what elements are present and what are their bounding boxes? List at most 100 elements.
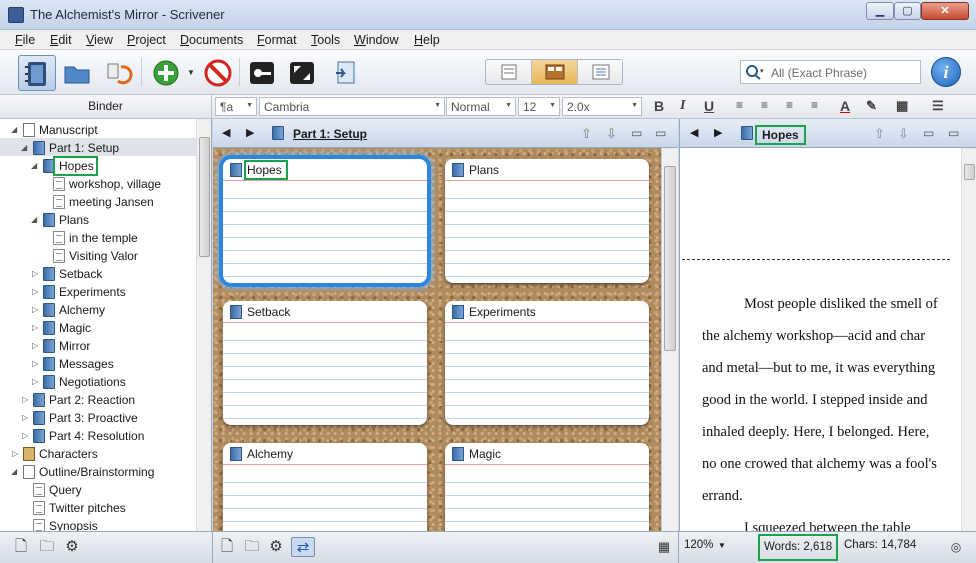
- outliner-view-button[interactable]: [578, 60, 624, 84]
- inspector-info-button[interactable]: i: [931, 57, 961, 87]
- text-color-icon[interactable]: A: [840, 98, 850, 114]
- svg-text:▾: ▾: [760, 68, 764, 75]
- highlight-pen-icon[interactable]: ✎: [866, 98, 877, 114]
- back-arrow-icon[interactable]: ◀: [222, 126, 230, 139]
- delete-button[interactable]: [201, 56, 233, 88]
- add-document-icon[interactable]: 🗋: [11, 537, 31, 557]
- corkboard-surface: Hopes Plans Setback Experiments Alchemy …: [213, 148, 661, 531]
- table-icon[interactable]: ▦: [896, 98, 908, 114]
- index-card-plans[interactable]: Plans: [445, 159, 649, 283]
- split-view-icon[interactable]: ▭: [923, 126, 934, 140]
- up-arrow-icon[interactable]: ⇧: [581, 126, 592, 142]
- corkboard-view-button[interactable]: [532, 60, 578, 84]
- close-split-icon[interactable]: ▭: [948, 126, 959, 140]
- footer-bar: 🗋 🗀 ⚙ 🗋 🗀 ⚙ ⇄ ▦ 120% ▼ Words: 2,618 Char…: [0, 531, 976, 563]
- menu-tools[interactable]: Tools: [311, 33, 340, 47]
- document-stack-icon: [501, 64, 517, 80]
- outline-icon: [592, 64, 610, 80]
- corkboard-scrollbar[interactable]: [661, 148, 678, 531]
- close-button[interactable]: ✕: [921, 2, 969, 20]
- editor-text[interactable]: Most people disliked the smell of the al…: [702, 288, 942, 531]
- word-count: Words: 2,618: [758, 534, 839, 561]
- align-justify-icon[interactable]: ≡: [786, 98, 793, 112]
- index-card-setback[interactable]: Setback: [223, 301, 427, 425]
- minimize-button[interactable]: ▁: [866, 2, 894, 20]
- binder-toggle-button[interactable]: [18, 55, 56, 91]
- search-icon: ▾: [746, 65, 764, 80]
- menu-format[interactable]: Format: [257, 33, 297, 47]
- scrivenings-view-button[interactable]: [486, 60, 532, 84]
- character-icon: [23, 447, 35, 461]
- menu-project[interactable]: Project: [127, 33, 166, 47]
- maximize-button[interactable]: ▢: [894, 2, 921, 20]
- compile-button[interactable]: [329, 56, 361, 88]
- menu-documents[interactable]: Documents: [180, 33, 243, 47]
- notebook-icon: [23, 465, 35, 479]
- menu-view[interactable]: View: [86, 33, 113, 47]
- down-arrow-icon[interactable]: ⇩: [898, 126, 909, 142]
- back-arrow-icon[interactable]: ◀: [690, 126, 698, 139]
- underline-button[interactable]: U: [704, 98, 714, 114]
- close-split-icon[interactable]: ▭: [655, 126, 666, 140]
- add-document-icon[interactable]: 🗋: [217, 537, 237, 557]
- italic-button[interactable]: I: [680, 98, 685, 114]
- corkboard-scroll-thumb[interactable]: [664, 166, 676, 351]
- menu-help[interactable]: Help: [414, 33, 440, 47]
- binder-scrollbar[interactable]: [196, 119, 211, 531]
- down-arrow-icon[interactable]: ⇩: [606, 126, 617, 142]
- align-center-icon[interactable]: ≡: [761, 98, 768, 112]
- scrivener-app-icon: [8, 7, 24, 23]
- search-input[interactable]: ▾ All (Exact Phrase): [740, 60, 921, 84]
- grid-layout-icon[interactable]: ▦: [654, 537, 674, 557]
- split-view-icon[interactable]: ▭: [631, 126, 642, 140]
- collections-button[interactable]: [60, 56, 92, 88]
- folder-icon: [43, 357, 55, 371]
- align-right-icon[interactable]: ≡: [811, 98, 818, 112]
- corkboard-title[interactable]: Part 1: Setup: [293, 127, 367, 141]
- font-size-dropdown[interactable]: 12: [518, 97, 560, 116]
- folder-icon: [43, 267, 55, 281]
- forward-arrow-icon[interactable]: ▶: [246, 126, 254, 139]
- no-entry-icon: [204, 59, 232, 87]
- zoom-dropdown-arrow[interactable]: ▼: [718, 541, 726, 550]
- add-folder-icon[interactable]: 🗀: [37, 537, 57, 557]
- editor-scrollbar[interactable]: [961, 148, 976, 531]
- style-dropdown[interactable]: ¶a: [215, 97, 257, 116]
- settings-gear-icon[interactable]: ⚙: [266, 537, 286, 557]
- folder-icon: [64, 66, 90, 84]
- fullscreen-button[interactable]: [285, 56, 317, 88]
- settings-gear-icon[interactable]: ⚙: [62, 537, 82, 557]
- target-circle-icon[interactable]: ◎: [946, 537, 966, 557]
- folder-icon: [230, 305, 242, 319]
- keywords-button[interactable]: [245, 56, 277, 88]
- add-document-button[interactable]: [149, 56, 181, 88]
- binder-header: Binder: [0, 95, 212, 119]
- main-toolbar: ▼ ▾ All (Exact Phrase) i: [0, 50, 976, 95]
- index-card-magic[interactable]: Magic: [445, 443, 649, 531]
- font-weight-dropdown[interactable]: Normal: [446, 97, 516, 116]
- index-card-experiments[interactable]: Experiments: [445, 301, 649, 425]
- menu-file[interactable]: File: [15, 33, 35, 47]
- add-folder-icon[interactable]: 🗀: [242, 537, 262, 557]
- align-left-icon[interactable]: ≡: [736, 98, 743, 112]
- zoom-level[interactable]: 120%: [684, 539, 713, 551]
- line-spacing-dropdown[interactable]: 2.0x: [562, 97, 642, 116]
- add-dropdown-arrow[interactable]: ▼: [187, 68, 195, 77]
- up-arrow-icon[interactable]: ⇧: [874, 126, 885, 142]
- font-family-dropdown[interactable]: Cambria: [259, 97, 445, 116]
- editor-document-title[interactable]: Hopes: [755, 125, 806, 145]
- sync-button[interactable]: [102, 56, 134, 88]
- binder-panel: ◢ Manuscript ◢ Part 1: Setup ◢ Hopes worksh…: [0, 119, 212, 531]
- folder-icon: [43, 213, 55, 227]
- binder-scroll-thumb[interactable]: [199, 137, 210, 257]
- swap-arrows-icon[interactable]: ⇄: [291, 537, 315, 557]
- index-card-alchemy[interactable]: Alchemy: [223, 443, 427, 531]
- forward-arrow-icon[interactable]: ▶: [714, 126, 722, 139]
- list-bullets-icon[interactable]: ☰: [932, 98, 944, 114]
- editor-header: ◀ ▶ Hopes ⇧ ⇩ ▭ ▭: [680, 119, 976, 148]
- bold-button[interactable]: B: [654, 98, 664, 114]
- editor-scroll-thumb[interactable]: [964, 164, 975, 180]
- editor-text-area[interactable]: Most people disliked the smell of the al…: [680, 148, 960, 531]
- menu-edit[interactable]: Edit: [50, 33, 72, 47]
- menu-window[interactable]: Window: [354, 33, 398, 47]
